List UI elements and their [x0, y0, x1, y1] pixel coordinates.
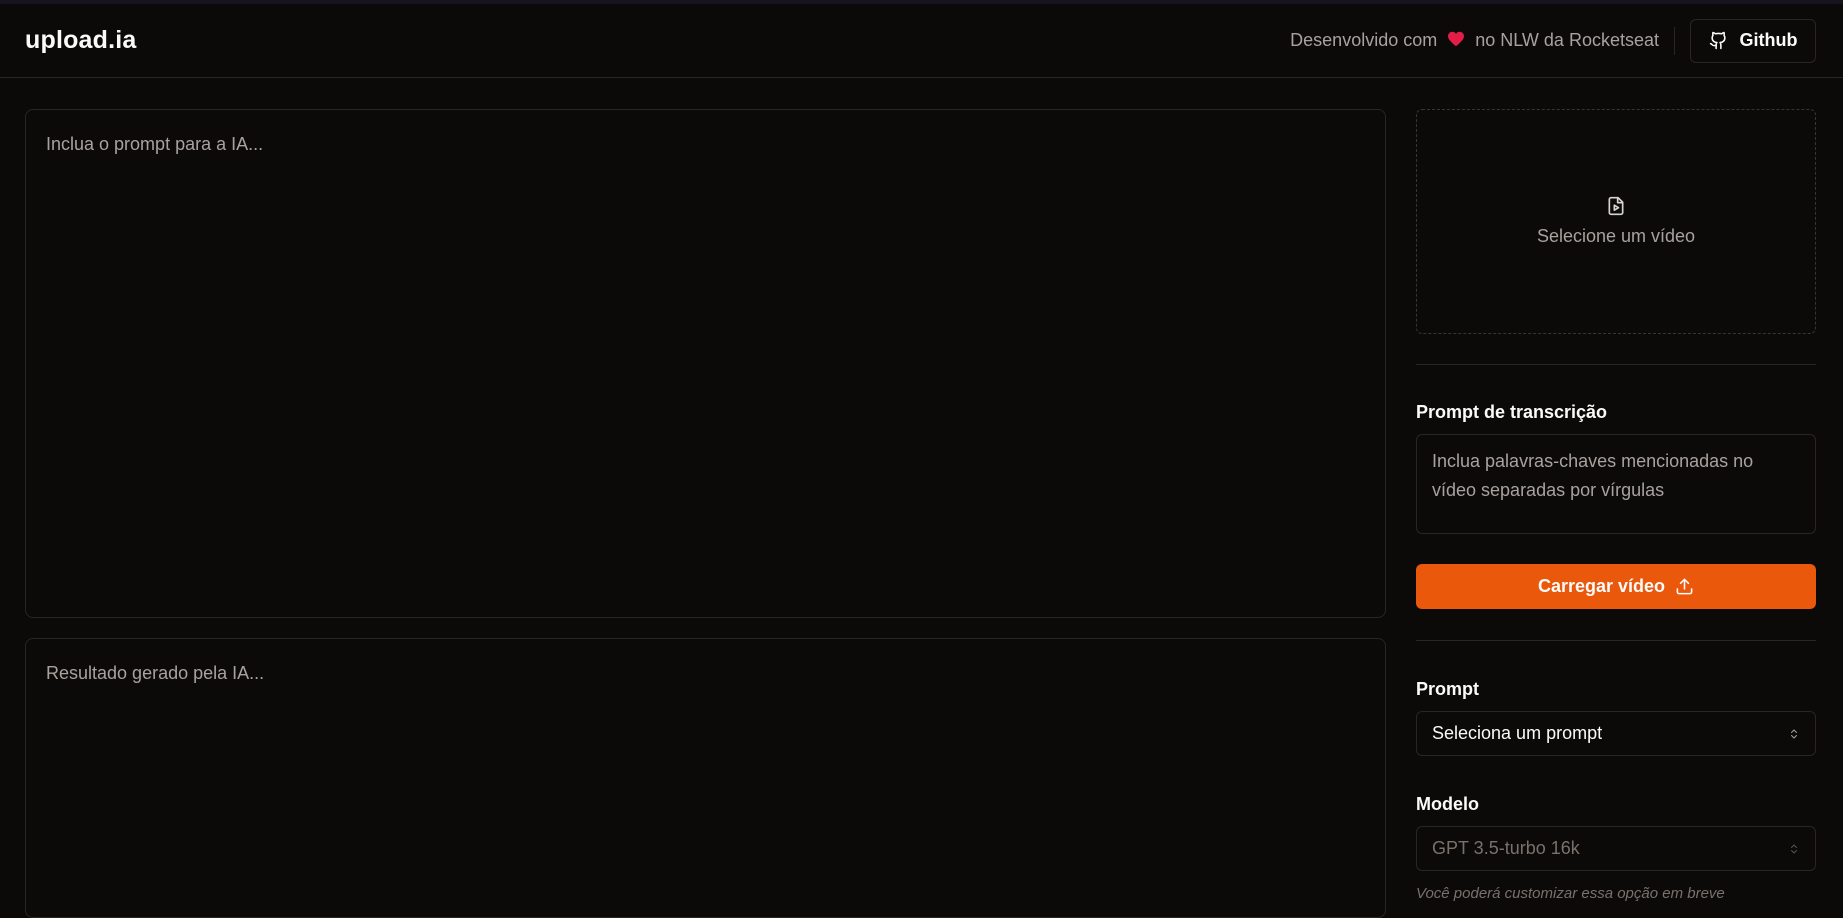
github-button-label: Github — [1739, 30, 1798, 50]
model-label: Modelo — [1416, 794, 1479, 814]
transcription-label: Prompt de transcrição — [1416, 402, 1608, 422]
sidebar: Selecione um vídeo Prompt de transcrição… — [1416, 109, 1816, 909]
chevrons-up-down-icon — [1791, 844, 1797, 853]
credit-text-after: no NLW da Rocketseat — [1475, 30, 1659, 50]
heart-icon — [1447, 31, 1465, 50]
header-right: Desenvolvido com no NLW da Rocketseat Gi… — [1290, 18, 1816, 63]
sidebar-divider — [1416, 640, 1816, 641]
file-video-icon — [1608, 196, 1624, 216]
model-hint: Você poderá customizar essa opção em bre… — [1416, 885, 1725, 902]
dropzone-label: Selecione um vídeo — [1536, 226, 1696, 246]
prompt-textarea[interactable]: Inclua o prompt para a IA... — [25, 109, 1386, 618]
video-dropzone[interactable]: Selecione um vídeo — [1416, 109, 1816, 334]
credit-text: Desenvolvido com no NLW da Rocketseat — [1290, 30, 1659, 51]
sidebar-divider — [1416, 364, 1816, 365]
header-divider — [1674, 26, 1675, 55]
app-header: upload.ia Desenvolvido com no NLW da Roc… — [0, 4, 1843, 78]
upload-button-label: Carregar vídeo — [1537, 576, 1666, 596]
result-textarea[interactable]: Resultado gerado pela IA... — [25, 638, 1386, 918]
credit-text-before: Desenvolvido com — [1290, 30, 1438, 50]
prompt-placeholder: Inclua o prompt para a IA... — [46, 134, 264, 154]
github-button[interactable]: Github — [1690, 18, 1816, 63]
transcription-placeholder: Inclua palavras-chaves mencionadas no ví… — [1432, 451, 1754, 500]
prompt-select-value: Seleciona um prompt — [1432, 723, 1603, 743]
transcription-prompt-input[interactable]: Inclua palavras-chaves mencionadas no ví… — [1416, 434, 1816, 534]
model-select-value: GPT 3.5-turbo 16k — [1432, 838, 1580, 858]
chevrons-up-down-icon — [1791, 729, 1797, 738]
app-logo: upload.ia — [25, 26, 137, 54]
prompt-label: Prompt — [1416, 679, 1479, 699]
github-icon — [1709, 31, 1726, 50]
model-select[interactable]: GPT 3.5-turbo 16k — [1416, 826, 1816, 871]
prompt-select[interactable]: Seleciona um prompt — [1416, 711, 1816, 756]
upload-video-button[interactable]: Carregar vídeo — [1416, 564, 1816, 609]
result-placeholder: Resultado gerado pela IA... — [46, 663, 265, 683]
upload-icon — [1676, 578, 1693, 595]
